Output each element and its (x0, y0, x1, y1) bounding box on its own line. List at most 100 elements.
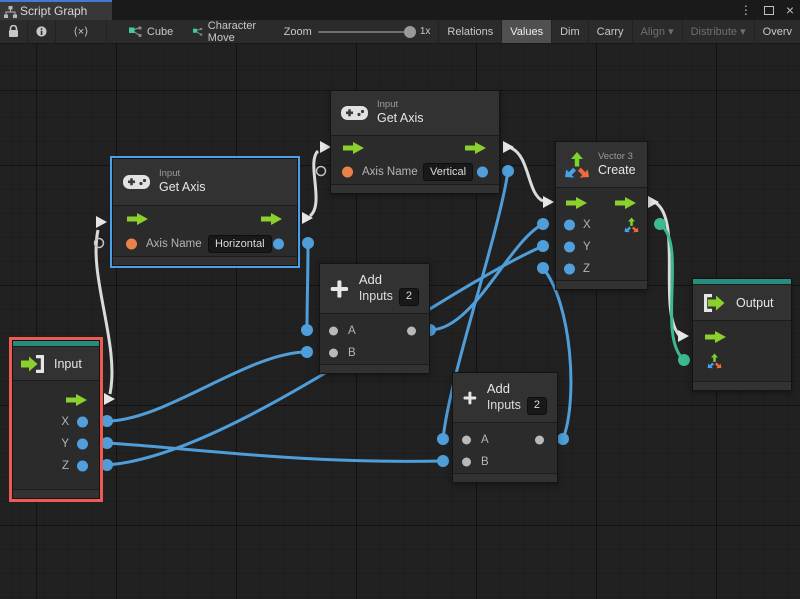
value-in-port[interactable] (329, 349, 338, 358)
node-footer (13, 489, 99, 498)
vector3-in-port[interactable] (707, 354, 722, 369)
x-in-port[interactable] (564, 220, 575, 231)
value-in-port[interactable] (329, 327, 338, 336)
inputs-label: Inputs (487, 398, 521, 414)
node-get-axis-vertical[interactable]: Input Get Axis Axis Name Vertical (330, 90, 500, 194)
node-category: Input (377, 99, 424, 111)
flow-out-port[interactable] (615, 197, 637, 209)
z-in-port[interactable] (564, 264, 575, 275)
port-label: X (583, 219, 591, 231)
wire-horizontal-to-add1-a (307, 243, 308, 330)
node-add-1[interactable]: Add Inputs 2 A B (319, 263, 430, 374)
breadcrumb-label: Cube (147, 26, 173, 38)
zoom-slider-thumb[interactable] (404, 26, 416, 38)
breadcrumb-label: Character Move (208, 20, 266, 44)
node-footer (113, 256, 297, 265)
flow-in-port[interactable] (566, 197, 588, 209)
node-title: Input (54, 357, 82, 371)
flow-in-port[interactable] (127, 213, 149, 225)
values-button[interactable]: Values (502, 20, 552, 43)
lock-icon (8, 25, 19, 38)
graph-toolbar: ⟨×⟩ Cube Character Move Zoom (0, 20, 800, 44)
z-out-port[interactable] (77, 461, 88, 472)
close-icon[interactable]: × (786, 3, 794, 17)
float-out-port[interactable] (477, 167, 488, 178)
node-add-2[interactable]: Add Inputs 2 A B (452, 372, 558, 483)
wire-vector3-to-output (656, 203, 679, 335)
string-port[interactable] (126, 238, 137, 249)
node-footer (320, 364, 429, 373)
string-port[interactable] (342, 167, 353, 178)
graph-asset-icon (193, 26, 203, 38)
flow-out-port[interactable] (66, 394, 88, 406)
flow-out-port[interactable] (465, 142, 487, 154)
breadcrumb-cube[interactable]: Cube (119, 20, 183, 43)
param-label: Axis Name (146, 238, 202, 250)
node-output[interactable]: Output (692, 278, 792, 391)
flow-out-port[interactable] (261, 213, 283, 225)
inputs-count-field[interactable]: 2 (527, 397, 547, 415)
sum-out-port[interactable] (535, 436, 544, 445)
sum-out-port[interactable] (407, 327, 416, 336)
node-footer (331, 184, 499, 193)
node-title: Create (598, 163, 636, 179)
gamepad-icon (123, 173, 150, 191)
vector3-out-port[interactable] (624, 218, 639, 233)
node-title: Output (736, 296, 774, 310)
value-in-port[interactable] (462, 436, 471, 445)
relations-button[interactable]: Relations (438, 20, 502, 43)
info-icon (36, 25, 47, 38)
inputs-label: Inputs (359, 289, 393, 305)
align-dropdown[interactable]: Align ▾ (633, 20, 683, 43)
node-input[interactable]: Input X Y Z (12, 340, 100, 499)
graph-canvas[interactable]: Input Get Axis Axis Name Vertical (0, 44, 800, 599)
distribute-dropdown[interactable]: Distribute ▾ (683, 20, 755, 43)
y-in-port[interactable] (564, 242, 575, 253)
inputs-count-field[interactable]: 2 (399, 288, 419, 306)
info-button[interactable] (28, 20, 56, 43)
param-label: Axis Name (362, 166, 418, 178)
graph-asset-icon (129, 26, 142, 38)
script-graph-window: Script Graph ⋮ × ⟨×⟩ (0, 0, 800, 599)
port-label: A (348, 325, 356, 337)
node-footer (453, 473, 557, 482)
tab-script-graph[interactable]: Script Graph (0, 0, 112, 20)
wire-inputx-to-add1-b (107, 352, 307, 421)
plus-icon (330, 276, 349, 302)
node-title: Add (487, 380, 547, 398)
code-icon: ⟨×⟩ (73, 25, 88, 38)
y-out-port[interactable] (77, 439, 88, 450)
flow-in-port[interactable] (705, 331, 727, 343)
value-in-port[interactable] (462, 458, 471, 467)
distribute-label: Distribute (691, 26, 737, 38)
gamepad-icon (341, 104, 368, 122)
axis-name-field[interactable]: Horizontal (208, 234, 272, 252)
lock-button[interactable] (0, 20, 28, 43)
code-view-button[interactable]: ⟨×⟩ (56, 20, 107, 43)
port-label: X (61, 416, 69, 428)
float-out-port[interactable] (273, 238, 284, 249)
dim-button[interactable]: Dim (552, 20, 589, 43)
axis-name-field[interactable]: Vertical (423, 163, 473, 181)
flow-in-port[interactable] (343, 142, 365, 154)
script-graph-icon (4, 6, 17, 18)
window-menu-icon[interactable]: ⋮ (740, 4, 752, 16)
wire-add1-to-vector3-x (430, 224, 543, 330)
node-vector3-create[interactable]: Vector 3 Create X Y (555, 141, 648, 290)
zoom-slider[interactable] (318, 31, 414, 33)
zoom-label: Zoom (284, 26, 312, 38)
node-get-axis-horizontal[interactable]: Input Get Axis Axis Name Horizontal (112, 158, 298, 266)
node-title: Get Axis (159, 180, 206, 196)
plus-icon (463, 385, 477, 411)
port-label: Y (583, 241, 591, 253)
port-label: Z (583, 263, 590, 275)
tab-bar: Script Graph ⋮ × (0, 0, 800, 20)
x-out-port[interactable] (77, 417, 88, 428)
maximize-icon[interactable] (764, 6, 774, 15)
output-unit-icon (702, 293, 727, 313)
port-label: Z (62, 460, 69, 472)
overview-button[interactable]: Overv (755, 20, 800, 43)
breadcrumb-character-move[interactable]: Character Move (183, 20, 276, 43)
carry-button[interactable]: Carry (589, 20, 633, 43)
node-category: Input (159, 168, 206, 180)
